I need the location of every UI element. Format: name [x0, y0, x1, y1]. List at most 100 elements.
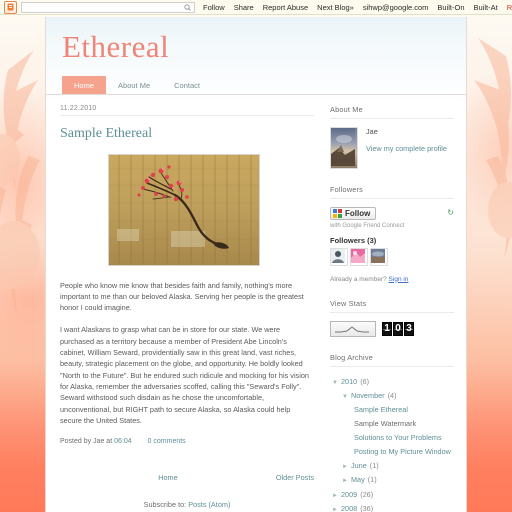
avatar[interactable]: [330, 126, 358, 169]
chevron-right-icon[interactable]: ►: [342, 462, 348, 473]
archive-item-count: (4): [387, 390, 397, 400]
about-me-heading: About Me: [330, 105, 454, 119]
navbar-link-next-blog[interactable]: Next Blog»: [317, 3, 354, 12]
archive-item-label: Posting to My Picture Window: [354, 446, 451, 456]
post-paragraph-1: People who know me know that besides fai…: [60, 280, 304, 313]
post-paragraph-2: I want Alaskans to grasp what can be in …: [60, 325, 309, 425]
profile-name: Jae: [366, 126, 378, 136]
follower-avatar-1[interactable]: [330, 247, 348, 266]
home-link[interactable]: Home: [158, 473, 177, 482]
counter-digit-3: 3: [404, 321, 414, 336]
content-columns: 11.22.2010 Sample Ethereal People who kn…: [46, 95, 466, 512]
follow-button-label: Follow: [345, 208, 371, 218]
archive-item[interactable]: ▼ November (4): [330, 389, 454, 403]
navbar-link-built-at[interactable]: Built-At: [474, 3, 498, 12]
navbar-link-built-on[interactable]: Built-On: [437, 3, 464, 12]
profile-photo-image: [331, 127, 355, 166]
archive-item[interactable]: ► May (1): [330, 473, 454, 487]
navbar-link-follow[interactable]: Follow: [203, 3, 225, 12]
chevron-down-icon[interactable]: ▼: [342, 392, 348, 403]
floral-decoration-right: [474, 38, 512, 258]
subscribe-label: Subscribe to:: [143, 500, 187, 510]
sidebar: About Me Jae View my complete profile Fo…: [330, 95, 454, 512]
follower-avatar-2-image: [351, 248, 365, 263]
account-email: sihwp@google.com: [362, 2, 429, 12]
profile-text: Jae View my complete profile: [366, 127, 447, 169]
view-stats-heading: View Stats: [330, 299, 454, 313]
follower-avatar-2[interactable]: [350, 247, 368, 266]
followers-count-label: Followers (3): [330, 235, 377, 245]
chevron-right-icon[interactable]: ►: [332, 491, 338, 502]
sign-in-link[interactable]: Sign in: [389, 276, 409, 283]
navbar-link-share[interactable]: Share: [234, 3, 254, 12]
archive-item[interactable]: ► 2008 (36): [330, 502, 454, 512]
navbar-right-group: sihwp@google.com Built-On Built-At Repor…: [363, 3, 512, 12]
archive-item-label: May: [350, 475, 365, 485]
archive-item-count: (1): [367, 475, 377, 485]
stats-sparkline[interactable]: [330, 320, 376, 337]
tab-home[interactable]: Home: [62, 75, 107, 94]
post-image[interactable]: [108, 153, 260, 266]
post-footer: Posted by Jae at 06:04 0 comments: [60, 438, 314, 445]
archive-item[interactable]: ▼ 2010 (6): [330, 375, 454, 389]
post-image-wrapper: [108, 153, 314, 266]
archive-item-count: (6): [360, 376, 370, 386]
archive-item[interactable]: Posting to My Picture Window: [330, 445, 454, 459]
main-column: 11.22.2010 Sample Ethereal People who kn…: [60, 95, 314, 512]
follower-avatar-1-image: [331, 248, 345, 263]
search-input[interactable]: [25, 2, 184, 12]
gfc-note: with Google Friend Connect: [330, 222, 405, 229]
already-member-label: Already a member?: [330, 275, 387, 283]
archive-item[interactable]: Sample Watermark: [330, 417, 454, 431]
archive-item[interactable]: Sample Ethereal: [330, 403, 454, 417]
blogger-logo-icon[interactable]: [4, 0, 17, 14]
post-title[interactable]: Sample Ethereal: [60, 126, 314, 142]
archive-item-label: Sample Watermark: [354, 419, 417, 429]
refresh-icon[interactable]: ↻: [447, 208, 454, 217]
blog-title: Ethereal: [62, 29, 170, 64]
post-time-link[interactable]: 06:04: [114, 438, 132, 445]
archive-item[interactable]: Solutions to Your Problems: [330, 431, 454, 445]
blogger-b-glyph: [7, 3, 14, 11]
posted-by-label: Posted by Jae at: [60, 438, 113, 446]
archive-item-label: November: [350, 390, 385, 400]
blogger-navbar: Follow Share Report Abuse Next Blog» sih…: [0, 0, 512, 15]
archive-item-count: (1): [369, 460, 379, 470]
archive-item[interactable]: ► 2009 (26): [330, 488, 454, 502]
tab-about-me[interactable]: About Me: [106, 76, 162, 94]
follower-avatars: [330, 247, 454, 266]
archive-item-count: (36): [360, 503, 374, 512]
chevron-down-icon[interactable]: ▼: [332, 378, 338, 389]
tab-contact[interactable]: Contact: [162, 76, 212, 94]
archive-item-label: Sample Ethereal: [354, 405, 408, 415]
chevron-right-icon[interactable]: ►: [332, 505, 338, 512]
already-member-row: Already a member? Sign in: [330, 276, 454, 283]
blog-pager: Home Older Posts: [60, 473, 314, 482]
navbar-search-box[interactable]: [21, 1, 195, 13]
sidebar-about-me: About Me Jae View my complete profile: [330, 105, 454, 169]
archive-item-label: 2008: [340, 503, 358, 512]
navbar-link-report-issue[interactable]: Report Issue: [507, 3, 512, 12]
subscribe-row: Subscribe to: Posts (Atom): [60, 500, 314, 509]
archive-item-label: 2009: [340, 489, 358, 499]
cherry-blossom-photo: [109, 154, 259, 265]
google-friend-connect-widget: Follow ↻ with Google Friend Connect: [330, 206, 454, 229]
blog-header: Ethereal: [46, 17, 466, 64]
view-profile-link[interactable]: View my complete profile: [366, 144, 447, 153]
navbar-link-report-abuse[interactable]: Report Abuse: [263, 3, 308, 12]
chevron-right-icon[interactable]: ►: [342, 476, 348, 487]
follow-button[interactable]: Follow: [330, 206, 377, 220]
search-icon: [184, 3, 191, 11]
subscribe-posts-atom-link[interactable]: Posts (Atom): [188, 500, 230, 509]
comments-link[interactable]: 0 comments: [148, 438, 186, 445]
blog-archive-heading: Blog Archive: [330, 353, 454, 367]
older-posts-link[interactable]: Older Posts: [276, 473, 314, 482]
archive-item[interactable]: ► June (1): [330, 459, 454, 473]
column-gutter: [314, 95, 330, 512]
archive-item-label: 2010: [340, 376, 358, 386]
sidebar-view-stats: View Stats 1 0 3: [330, 299, 454, 337]
follower-avatar-3[interactable]: [370, 247, 388, 266]
google-friend-connect-icon: [333, 208, 342, 218]
sparkline-graph: [335, 325, 369, 333]
followers-heading: Followers: [330, 185, 454, 199]
